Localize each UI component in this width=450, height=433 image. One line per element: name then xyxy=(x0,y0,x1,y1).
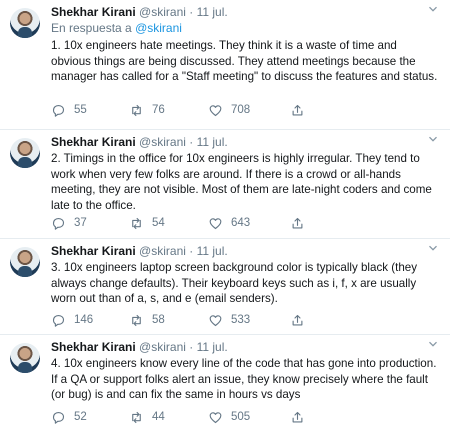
heart-icon xyxy=(209,217,222,229)
reply-handle-link[interactable]: @skirani xyxy=(135,21,182,35)
reply-button[interactable]: 37 xyxy=(51,214,87,232)
tweet-3[interactable]: Shekhar Kirani @skirani · 11 jul. 3. 10x… xyxy=(0,239,450,335)
reply-icon xyxy=(52,314,65,327)
like-count: 708 xyxy=(231,104,251,116)
share-icon xyxy=(292,314,303,325)
chevron-down-icon[interactable] xyxy=(428,4,438,14)
tweet-text: 1. 10x engineers hate meetings. They thi… xyxy=(51,39,438,83)
reply-button[interactable]: 55 xyxy=(51,101,87,119)
share-icon xyxy=(292,104,303,115)
like-button[interactable]: 708 xyxy=(208,101,250,119)
tweet-date[interactable]: · 11 jul. xyxy=(189,244,227,258)
avatar[interactable] xyxy=(10,8,40,38)
tweet-4[interactable]: Shekhar Kirani @skirani · 11 jul. 4. 10x… xyxy=(0,335,450,433)
heart-icon xyxy=(209,314,222,326)
retweet-count: 76 xyxy=(152,104,165,116)
retweet-icon xyxy=(132,411,141,423)
chevron-down-icon[interactable] xyxy=(428,134,438,144)
tweet-header: Shekhar Kirani @skirani · 11 jul. xyxy=(51,135,420,150)
like-count: 505 xyxy=(231,411,251,423)
author-handle[interactable]: @skirani xyxy=(139,135,186,149)
chevron-down-icon[interactable] xyxy=(428,243,438,253)
retweet-icon xyxy=(132,104,141,116)
retweet-button[interactable]: 58 xyxy=(129,311,165,329)
reply-count: 55 xyxy=(74,104,87,116)
retweet-icon xyxy=(132,217,141,229)
heart-icon xyxy=(209,104,222,116)
tweet-text: 3. 10x engineers laptop screen backgroun… xyxy=(51,261,418,305)
share-button[interactable] xyxy=(290,311,313,329)
retweet-button[interactable]: 44 xyxy=(129,408,165,426)
tweet-header: Shekhar Kirani @skirani · 11 jul. xyxy=(51,5,420,20)
tweet-text: 2. Timings in the office for 10x enginee… xyxy=(51,152,432,212)
retweet-count: 54 xyxy=(152,217,165,229)
author-handle[interactable]: @skirani xyxy=(139,244,186,258)
like-button[interactable]: 643 xyxy=(208,214,250,232)
reply-icon xyxy=(52,217,65,230)
author-name[interactable]: Shekhar Kirani xyxy=(51,244,136,258)
reply-count: 37 xyxy=(74,217,87,229)
heart-icon xyxy=(209,411,222,423)
tweet-actions: 37 54 643 xyxy=(51,214,351,232)
share-icon xyxy=(292,217,303,228)
tweet-date[interactable]: · 11 jul. xyxy=(189,5,227,19)
reply-count: 52 xyxy=(74,411,87,423)
reply-icon xyxy=(52,104,65,117)
tweet-thread: Shekhar Kirani @skirani · 11 jul. En res… xyxy=(0,0,450,433)
retweet-icon xyxy=(132,314,141,326)
tweet-header: Shekhar Kirani @skirani · 11 jul. xyxy=(51,244,420,259)
retweet-button[interactable]: 76 xyxy=(129,101,165,119)
share-button[interactable] xyxy=(290,214,313,232)
reply-prefix: En respuesta a xyxy=(51,21,136,35)
like-count: 643 xyxy=(231,217,251,229)
tweet-actions: 52 44 505 xyxy=(51,408,351,426)
like-button[interactable]: 533 xyxy=(208,311,250,329)
tweet-text: 4. 10x engineers know every line of the … xyxy=(51,357,437,401)
avatar[interactable] xyxy=(10,138,40,168)
retweet-button[interactable]: 54 xyxy=(129,214,165,232)
share-button[interactable] xyxy=(290,408,313,426)
retweet-count: 44 xyxy=(152,411,165,423)
tweet-actions: 146 58 533 xyxy=(51,311,351,329)
tweet-header: Shekhar Kirani @skirani · 11 jul. xyxy=(51,340,420,355)
chevron-down-icon[interactable] xyxy=(428,339,438,349)
tweet-2[interactable]: Shekhar Kirani @skirani · 11 jul. 2. Tim… xyxy=(0,130,450,239)
reply-icon xyxy=(52,411,65,424)
tweet-1[interactable]: Shekhar Kirani @skirani · 11 jul. En res… xyxy=(0,0,450,130)
reply-button[interactable]: 146 xyxy=(51,311,93,329)
tweet-date[interactable]: · 11 jul. xyxy=(189,340,227,354)
avatar[interactable] xyxy=(10,343,40,373)
reply-count: 146 xyxy=(74,314,94,326)
tweet-actions: 55 76 708 xyxy=(51,101,351,119)
tweet-date[interactable]: · 11 jul. xyxy=(189,135,227,149)
author-handle[interactable]: @skirani xyxy=(139,340,186,354)
like-count: 533 xyxy=(231,314,251,326)
retweet-count: 58 xyxy=(152,314,165,326)
reply-context: En respuesta a @skirani xyxy=(51,21,182,36)
reply-button[interactable]: 52 xyxy=(51,408,87,426)
author-name[interactable]: Shekhar Kirani xyxy=(51,135,136,149)
like-button[interactable]: 505 xyxy=(208,408,250,426)
share-button[interactable] xyxy=(290,101,313,119)
avatar[interactable] xyxy=(10,247,40,277)
share-icon xyxy=(292,411,303,422)
author-handle[interactable]: @skirani xyxy=(139,5,186,19)
author-name[interactable]: Shekhar Kirani xyxy=(51,340,136,354)
author-name[interactable]: Shekhar Kirani xyxy=(51,5,136,19)
